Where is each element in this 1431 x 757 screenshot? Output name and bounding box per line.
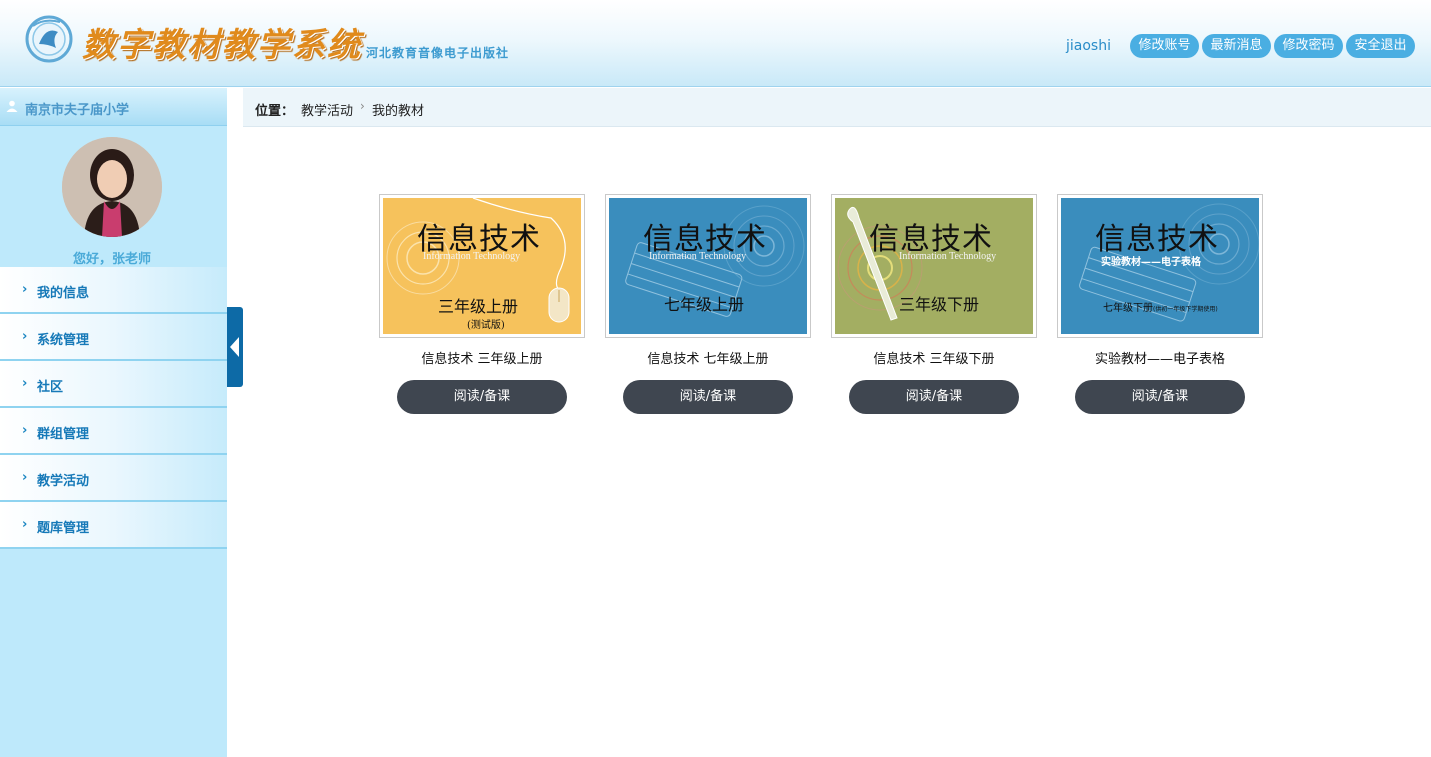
chevron-right-icon: › [22, 470, 28, 485]
cover-note: (测试版) [467, 320, 505, 331]
read-prepare-button[interactable]: 阅读/备课 [397, 380, 567, 414]
avatar-photo [62, 137, 162, 237]
cover-grade: 七年级上册 [664, 295, 745, 314]
book-title: 信息技术 三年级上册 [421, 352, 543, 367]
sidebar-item-label: 题库管理 [37, 521, 90, 536]
breadcrumb-teaching-activity[interactable]: 教学活动 [301, 100, 353, 119]
book-cover[interactable]: 信息技术 实验教材——电子表格 七年级下册(供初一年级下学期使用) [1057, 194, 1263, 338]
sidebar-item-system-admin[interactable]: › 系统管理 [0, 314, 227, 361]
school-name: 南京市夫子庙小学 [25, 103, 130, 118]
cover-subtitle-en: Information Technology [899, 251, 997, 262]
book-cover-art: 信息技术 Information Technology 三年级下册 [835, 198, 1033, 334]
breadcrumb-label: 位置： [255, 104, 295, 119]
book-title: 实验教材——电子表格 [1094, 352, 1225, 367]
publisher-name: 河北教育音像电子出版社 [366, 46, 510, 60]
read-prepare-button[interactable]: 阅读/备课 [849, 380, 1019, 414]
sidebar-item-label: 我的信息 [37, 286, 90, 301]
book-cover-art: 信息技术 Information Technology 三年级上册 (测试版) [383, 198, 581, 334]
sidebar-item-group-admin[interactable]: › 群组管理 [0, 408, 227, 455]
cover-grade: 七年级下册(供初一年级下学期使用) [1103, 299, 1218, 314]
cover-grade-note: (供初一年级下学期使用) [1153, 306, 1218, 313]
book-card: 信息技术 Information Technology 三年级上册 (测试版) … [379, 194, 585, 414]
sidebar-item-community[interactable]: › 社区 [0, 361, 227, 408]
book-cover-art: 信息技术 Information Technology 七年级上册 [609, 198, 807, 334]
cover-subtitle-en: Information Technology [423, 251, 521, 262]
sidebar-collapse-button[interactable] [227, 307, 243, 387]
breadcrumb-my-textbooks: 我的教材 [372, 104, 425, 119]
book-card: 信息技术 Information Technology 三年级下册 信息技术 三… [831, 194, 1037, 414]
book-cover[interactable]: 信息技术 Information Technology 三年级下册 [831, 194, 1037, 338]
book-title: 信息技术 三年级下册 [873, 352, 995, 367]
sidebar: 南京市夫子庙小学 您好，张老师 › 我的信息 › 系统管理 › 社区 › 群组管… [0, 88, 227, 757]
breadcrumb: 位置： 教学活动 › 我的教材 [243, 88, 1431, 127]
greeting: 您好，张老师 [72, 252, 151, 267]
avatar [62, 137, 162, 237]
sidebar-menu: › 我的信息 › 系统管理 › 社区 › 群组管理 › 教学活动 › 题库管理 [0, 267, 227, 549]
chevron-right-icon: › [22, 376, 28, 391]
chevron-right-icon: › [22, 517, 28, 532]
book-cover-art: 信息技术 实验教材——电子表格 七年级下册(供初一年级下学期使用) [1061, 198, 1259, 334]
sidebar-item-label: 社区 [37, 380, 64, 395]
latest-news-button[interactable]: 最新消息 [1202, 34, 1271, 58]
logo-emblem-icon [25, 15, 73, 63]
book-cover[interactable]: 信息技术 Information Technology 七年级上册 [605, 194, 811, 338]
username: jiaoshi [1066, 38, 1111, 54]
cover-grade: 三年级下册 [899, 295, 980, 314]
user-icon [6, 100, 18, 112]
sidebar-item-my-info[interactable]: › 我的信息 [0, 267, 227, 314]
cover-title: 信息技术 [1095, 222, 1219, 257]
school-bar: 南京市夫子庙小学 [0, 88, 227, 126]
sidebar-item-label: 教学活动 [37, 474, 90, 489]
change-password-button[interactable]: 修改密码 [1274, 34, 1343, 58]
chevron-right-icon: › [22, 282, 28, 297]
breadcrumb-separator-icon: › [360, 99, 365, 113]
chevron-left-icon [230, 337, 239, 357]
logout-button[interactable]: 安全退出 [1346, 34, 1415, 58]
book-title: 信息技术 七年级上册 [647, 352, 769, 367]
book-cover[interactable]: 信息技术 Information Technology 三年级上册 (测试版) [379, 194, 585, 338]
cover-subtitle: 实验教材——电子表格 [1101, 257, 1201, 268]
cover-grade-text: 七年级下册 [1103, 303, 1153, 314]
header: 数字教材教学系统 河北教育音像电子出版社 jiaoshi 修改账号 最新消息 修… [0, 0, 1431, 87]
sidebar-item-teaching-activity[interactable]: › 教学活动 [0, 455, 227, 502]
chevron-right-icon: › [22, 423, 28, 438]
cover-subtitle-en: Information Technology [649, 251, 747, 262]
sidebar-item-label: 系统管理 [37, 333, 90, 348]
sidebar-item-label: 群组管理 [37, 427, 90, 442]
sidebar-item-question-bank[interactable]: › 题库管理 [0, 502, 227, 549]
cover-grade: 三年级上册 [438, 297, 519, 316]
read-prepare-button[interactable]: 阅读/备课 [623, 380, 793, 414]
edit-account-button[interactable]: 修改账号 [1130, 34, 1199, 58]
chevron-right-icon: › [22, 329, 28, 344]
book-card: 信息技术 实验教材——电子表格 七年级下册(供初一年级下学期使用) 实验教材——… [1057, 194, 1263, 414]
book-card: 信息技术 Information Technology 七年级上册 信息技术 七… [605, 194, 811, 414]
read-prepare-button[interactable]: 阅读/备课 [1075, 380, 1245, 414]
app-title: 数字教材教学系统 [82, 25, 362, 64]
